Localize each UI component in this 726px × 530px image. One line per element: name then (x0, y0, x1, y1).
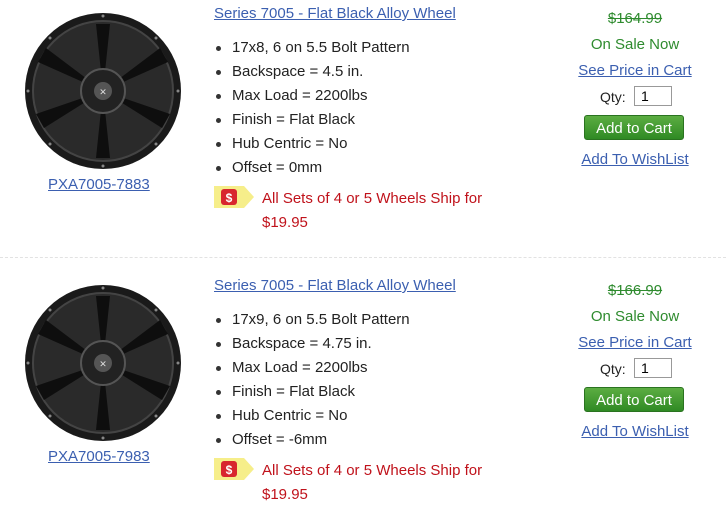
svg-text:✕: ✕ (99, 359, 107, 369)
sale-label: On Sale Now (590, 36, 680, 53)
spec-item: Backspace = 4.5 in. (214, 60, 410, 84)
quantity-label: Qty: (600, 89, 626, 105)
spec-list: 17x8, 6 on 5.5 Bolt Pattern Backspace = … (214, 36, 410, 180)
spec-item: Hub Centric = No (214, 404, 410, 428)
see-price-link[interactable]: See Price in Cart (560, 62, 710, 79)
spec-list: 17x9, 6 on 5.5 Bolt Pattern Backspace = … (214, 308, 410, 452)
spec-item: Offset = -6mm (214, 428, 410, 452)
quantity-input[interactable] (634, 86, 672, 106)
sku-link[interactable]: PXA7005-7883 (48, 176, 150, 193)
dollar-tag-icon: $ (214, 458, 254, 480)
spec-item: Backspace = 4.75 in. (214, 332, 410, 356)
spec-item: Max Load = 2200lbs (214, 356, 410, 380)
product-listing: ✕ PXA7005-7883 Series 7005 - Flat Black … (0, 0, 726, 258)
sku-link[interactable]: PXA7005-7983 (48, 448, 150, 465)
svg-text:$: $ (226, 463, 233, 477)
wheel-image[interactable]: ✕ (18, 6, 188, 176)
product-title-link[interactable]: Series 7005 - Flat Black Alloy Wheel (214, 5, 456, 22)
svg-text:$: $ (226, 191, 233, 205)
original-price: $164.99 (607, 10, 663, 27)
quantity-label: Qty: (600, 361, 626, 377)
spec-item: 17x9, 6 on 5.5 Bolt Pattern (214, 308, 410, 332)
add-to-cart-button[interactable]: Add to Cart (584, 115, 684, 140)
add-to-cart-button[interactable]: Add to Cart (584, 387, 684, 412)
see-price-link[interactable]: See Price in Cart (560, 334, 710, 351)
spec-item: Finish = Flat Black (214, 380, 410, 404)
shipping-text: All Sets of 4 or 5 Wheels Ship for $19.9… (262, 190, 483, 231)
spec-item: 17x8, 6 on 5.5 Bolt Pattern (214, 36, 410, 60)
wheel-image[interactable]: ✕ (18, 278, 188, 448)
product-listing: ✕ PXA7005-7983 Series 7005 - Flat Black … (0, 272, 726, 530)
shipping-text: All Sets of 4 or 5 Wheels Ship for $19.9… (262, 462, 483, 503)
dollar-tag-icon: $ (214, 186, 254, 208)
add-to-wishlist-link[interactable]: Add To WishList (560, 151, 710, 168)
spec-item: Offset = 0mm (214, 156, 410, 180)
divider (0, 257, 726, 258)
sale-label: On Sale Now (590, 308, 680, 325)
add-to-wishlist-link[interactable]: Add To WishList (560, 423, 710, 440)
spec-item: Hub Centric = No (214, 132, 410, 156)
spec-item: Finish = Flat Black (214, 108, 410, 132)
original-price: $166.99 (607, 282, 663, 299)
spec-item: Max Load = 2200lbs (214, 84, 410, 108)
svg-text:✕: ✕ (99, 87, 107, 97)
quantity-input[interactable] (634, 358, 672, 378)
product-title-link[interactable]: Series 7005 - Flat Black Alloy Wheel (214, 277, 456, 294)
